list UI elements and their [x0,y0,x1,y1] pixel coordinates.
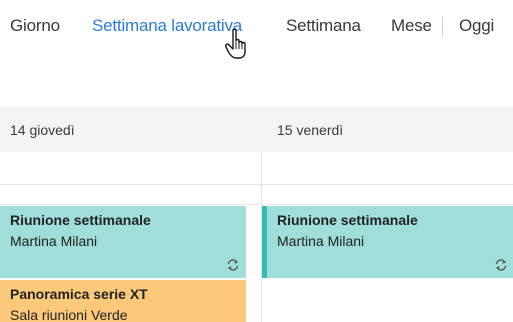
event-title: Riunione settimanale [10,212,151,228]
event-location: Sala riunioni Verde [10,307,128,322]
event-title: Riunione settimanale [277,212,418,228]
view-month-button[interactable]: Mese [391,16,432,36]
view-day-button[interactable]: Giorno [10,16,60,36]
view-week-button[interactable]: Settimana [286,16,361,36]
calendar-event[interactable]: Panoramica serie XT Sala riunioni Verde [0,280,246,322]
view-toolbar: Giorno Settimana lavorativa Settimana Me… [0,0,513,59]
view-work-week-button[interactable]: Settimana lavorativa [92,16,242,36]
grid-line [0,184,513,185]
recurring-icon [495,259,507,271]
day-header-thursday[interactable]: 14 giovedì [10,122,75,138]
event-color-bar [262,206,267,278]
event-title: Panoramica serie XT [10,286,148,302]
event-organizer: Martina Milani [277,233,365,249]
event-organizer: Martina Milani [10,233,98,249]
day-header-row: 14 giovedì 15 venerdì [0,106,513,152]
calendar-event[interactable]: Riunione settimanale Martina Milani [0,206,246,278]
hand-pointer-icon [225,28,246,59]
today-button[interactable]: Oggi [459,16,494,36]
toolbar-divider [442,17,443,37]
calendar-event[interactable]: Riunione settimanale Martina Milani [262,206,513,278]
recurring-icon [227,259,239,271]
day-header-friday[interactable]: 15 venerdì [277,122,343,138]
grid-line [0,204,513,205]
